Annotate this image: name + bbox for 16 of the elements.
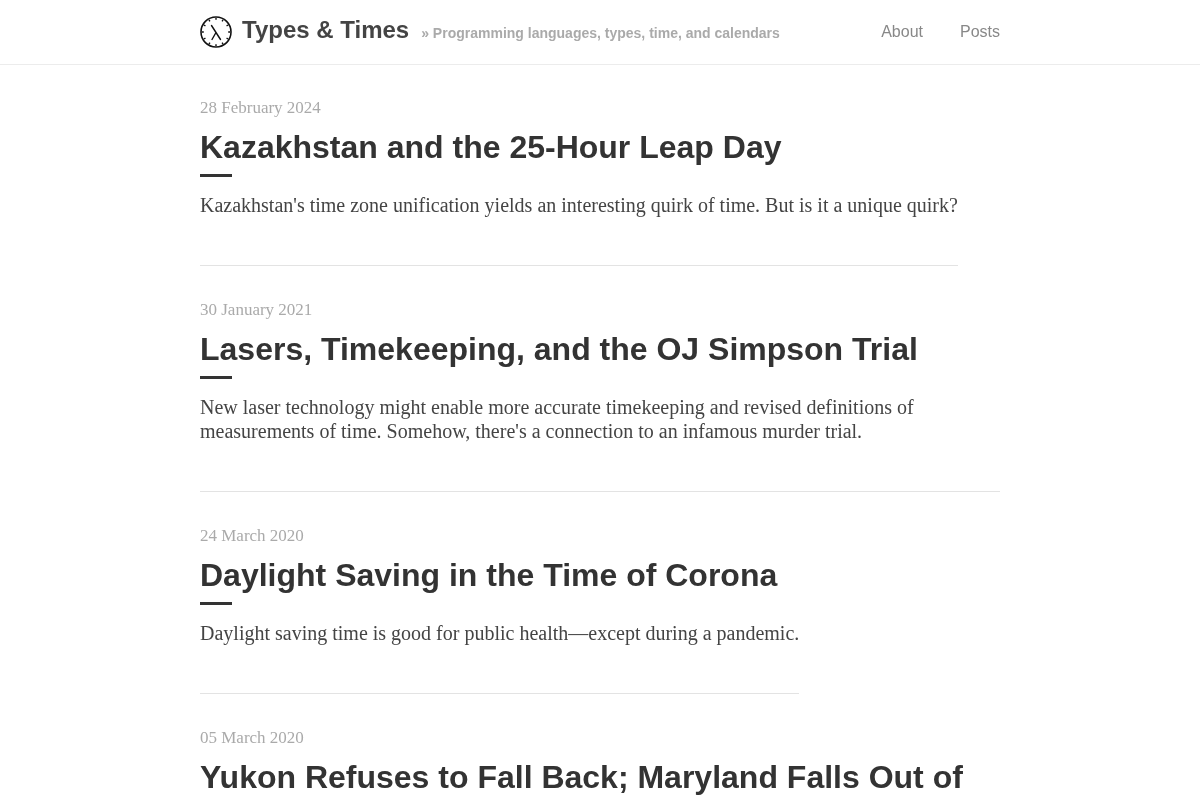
site-tagline: » Programming languages, types, time, and calendars <box>421 25 780 41</box>
site-title-link[interactable]: Types & Times <box>242 16 410 44</box>
post-title-link[interactable]: Yukon Refuses to Fall Back; Maryland Falls Out of <box>200 757 963 797</box>
post-summary: Kazakhstan's time zone unification yields an interesting quirk of time. But is it a unique quirk? <box>200 193 958 217</box>
post-title-link[interactable]: Daylight Saving in the Time of Corona <box>200 555 778 595</box>
post-date: 28 February 2024 <box>200 98 321 118</box>
clock-icon <box>200 16 232 48</box>
post-summary: New laser technology might enable more accurate timekeeping and revised definitions of measurements of time. Somehow, there's a connection to an infamous murder trial. <box>200 395 915 443</box>
nav-link[interactable]: Posts <box>960 23 1000 41</box>
nav-link[interactable]: About <box>881 23 923 41</box>
post-date: 05 March 2020 <box>200 728 304 748</box>
post-title-link[interactable]: Lasers, Timekeeping, and the OJ Simpson Trial <box>200 329 918 369</box>
post-summary: Daylight saving time is good for public health—except during a pandemic. <box>200 621 800 645</box>
post-date: 24 March 2020 <box>200 526 304 546</box>
post-title-link[interactable]: Kazakhstan and the 25-Hour Leap Day <box>200 127 782 167</box>
post-date: 30 January 2021 <box>200 300 313 320</box>
